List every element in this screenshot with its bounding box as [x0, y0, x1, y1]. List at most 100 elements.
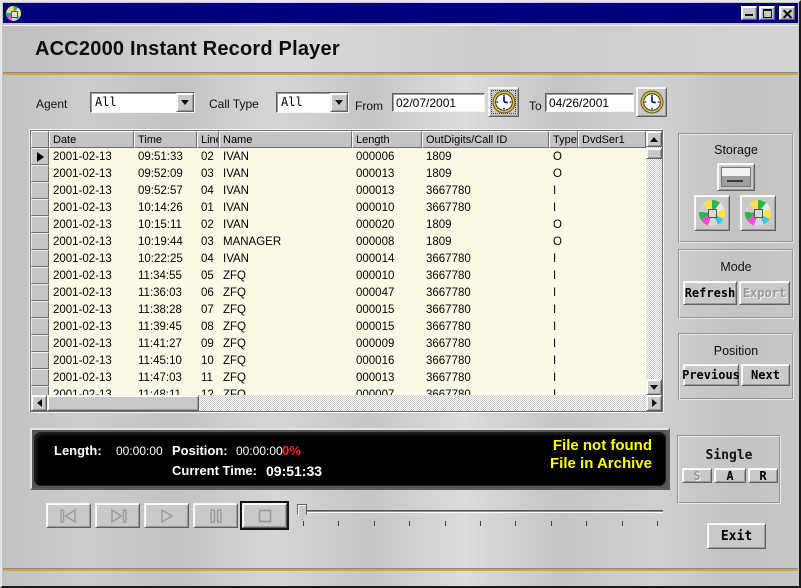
seek-slider[interactable] [295, 502, 667, 530]
table-row[interactable]: 2001-02-1310:22:2504IVAN0000143667780I [31, 250, 646, 267]
scroll-right-button[interactable] [646, 395, 662, 411]
grid-cell-type[interactable]: O [549, 151, 578, 163]
grid-cell-type[interactable]: I [549, 253, 578, 265]
table-row[interactable]: 2001-02-1309:52:0903IVAN0000131809O [31, 165, 646, 182]
grid-cell-date[interactable]: 2001-02-13 [49, 236, 134, 248]
grid-cell-time[interactable]: 11:45:10 [134, 355, 197, 367]
grid-cell-out[interactable]: 3667780 [422, 372, 549, 384]
grid-cell-line[interactable]: 05 [197, 270, 219, 282]
horizontal-scrollbar[interactable] [31, 395, 662, 411]
table-row[interactable]: 2001-02-1311:45:1010ZFQ0000163667780I [31, 352, 646, 369]
grid-cell-date[interactable]: 2001-02-13 [49, 168, 134, 180]
table-row[interactable]: 2001-02-1310:15:1102IVAN0000201809O [31, 216, 646, 233]
grid-header-line[interactable]: Line [197, 131, 219, 148]
grid-cell-length[interactable]: 000006 [352, 151, 422, 163]
title-bar[interactable] [3, 3, 798, 23]
play-button[interactable] [144, 503, 189, 528]
grid-cell-line[interactable]: 08 [197, 321, 219, 333]
row-selector[interactable] [31, 199, 49, 216]
grid-cell-time[interactable]: 11:47:03 [134, 372, 197, 384]
vertical-scroll-thumb[interactable] [646, 148, 662, 159]
grid-cell-date[interactable]: 2001-02-13 [49, 304, 134, 316]
grid-cell-line[interactable]: 02 [197, 219, 219, 231]
table-row[interactable]: 2001-02-1309:52:5704IVAN0000133667780I [31, 182, 646, 199]
grid-cell-name[interactable]: ZFQ [219, 372, 352, 384]
grid-cell-name[interactable]: ZFQ [219, 355, 352, 367]
row-selector[interactable] [31, 267, 49, 284]
scroll-up-button[interactable] [646, 131, 662, 147]
scroll-down-button[interactable] [646, 379, 662, 395]
grid-cell-line[interactable]: 01 [197, 202, 219, 214]
exit-button[interactable]: Exit [707, 523, 766, 549]
grid-cell-out[interactable]: 3667780 [422, 304, 549, 316]
close-button[interactable] [779, 6, 795, 20]
grid-cell-date[interactable]: 2001-02-13 [49, 151, 134, 163]
grid-cell-type[interactable]: I [549, 304, 578, 316]
grid-cell-time[interactable]: 10:14:26 [134, 202, 197, 214]
grid-header-dvd[interactable]: DvdSer1 [578, 131, 646, 148]
grid-cell-time[interactable]: 10:22:25 [134, 253, 197, 265]
single-r-button[interactable]: R [748, 468, 778, 483]
grid-cell-line[interactable]: 03 [197, 236, 219, 248]
grid-cell-name[interactable]: IVAN [219, 253, 352, 265]
grid-cell-time[interactable]: 09:52:09 [134, 168, 197, 180]
storage-cd2-button[interactable] [740, 195, 776, 231]
single-a-button[interactable]: A [714, 468, 746, 483]
grid-cell-out[interactable]: 3667780 [422, 270, 549, 282]
grid-cell-name[interactable]: IVAN [219, 219, 352, 231]
grid-cell-out[interactable]: 3667780 [422, 321, 549, 333]
grid-cell-name[interactable]: IVAN [219, 202, 352, 214]
grid-cell-line[interactable]: 11 [197, 372, 219, 384]
grid-cell-time[interactable]: 11:38:28 [134, 304, 197, 316]
row-selector[interactable] [31, 301, 49, 318]
grid-cell-length[interactable]: 000013 [352, 185, 422, 197]
grid-cell-date[interactable]: 2001-02-13 [49, 338, 134, 350]
agent-select[interactable]: All [90, 92, 195, 113]
table-row[interactable]: 2001-02-1311:47:0311ZFQ0000133667780I [31, 369, 646, 386]
grid-cell-date[interactable]: 2001-02-13 [49, 355, 134, 367]
grid-cell-date[interactable]: 2001-02-13 [49, 321, 134, 333]
grid-cell-out[interactable]: 3667780 [422, 202, 549, 214]
grid-cell-out[interactable]: 3667780 [422, 253, 549, 265]
single-s-button[interactable]: S [682, 468, 712, 483]
row-selector[interactable] [31, 352, 49, 369]
grid-cell-out[interactable]: 3667780 [422, 338, 549, 350]
grid-cell-name[interactable]: IVAN [219, 168, 352, 180]
grid-cell-length[interactable]: 000008 [352, 236, 422, 248]
grid-cell-date[interactable]: 2001-02-13 [49, 287, 134, 299]
scroll-left-button[interactable] [31, 395, 47, 411]
stop-button[interactable] [242, 503, 287, 528]
grid-cell-time[interactable]: 09:51:33 [134, 151, 197, 163]
table-row[interactable]: 2001-02-1309:51:3302IVAN0000061809O [31, 148, 646, 165]
grid-cell-date[interactable]: 2001-02-13 [49, 270, 134, 282]
table-row[interactable]: 2001-02-1311:39:4508ZFQ0000153667780I [31, 318, 646, 335]
row-selector[interactable] [31, 148, 49, 165]
grid-cell-length[interactable]: 000013 [352, 168, 422, 180]
grid-cell-time[interactable]: 09:52:57 [134, 185, 197, 197]
grid-header-out[interactable]: OutDigits/Call ID [422, 131, 549, 148]
next-button[interactable]: Next [741, 364, 790, 386]
row-selector[interactable] [31, 216, 49, 233]
grid-cell-date[interactable]: 2001-02-13 [49, 185, 134, 197]
grid-cell-type[interactable]: I [549, 372, 578, 384]
grid-cell-date[interactable]: 2001-02-13 [49, 372, 134, 384]
grid-cell-length[interactable]: 000020 [352, 219, 422, 231]
grid-cell-line[interactable]: 06 [197, 287, 219, 299]
grid-cell-length[interactable]: 000010 [352, 202, 422, 214]
grid-cell-line[interactable]: 03 [197, 168, 219, 180]
table-row[interactable]: 2001-02-1311:41:2709ZFQ0000093667780I [31, 335, 646, 352]
table-row[interactable]: 2001-02-1311:38:2807ZFQ0000153667780I [31, 301, 646, 318]
grid-cell-out[interactable]: 1809 [422, 219, 549, 231]
grid-cell-name[interactable]: ZFQ [219, 287, 352, 299]
grid-cell-line[interactable]: 09 [197, 338, 219, 350]
export-button[interactable]: Export [739, 281, 790, 305]
grid-cell-name[interactable]: ZFQ [219, 270, 352, 282]
slider-thumb[interactable] [297, 504, 307, 520]
row-selector[interactable] [31, 165, 49, 182]
table-row[interactable]: 2001-02-1311:36:0306ZFQ0000473667780I [31, 284, 646, 301]
maximize-button[interactable] [759, 6, 775, 20]
grid-cell-line[interactable]: 04 [197, 253, 219, 265]
grid-cell-name[interactable]: IVAN [219, 151, 352, 163]
grid-cell-out[interactable]: 1809 [422, 151, 549, 163]
pause-button[interactable] [193, 503, 238, 528]
